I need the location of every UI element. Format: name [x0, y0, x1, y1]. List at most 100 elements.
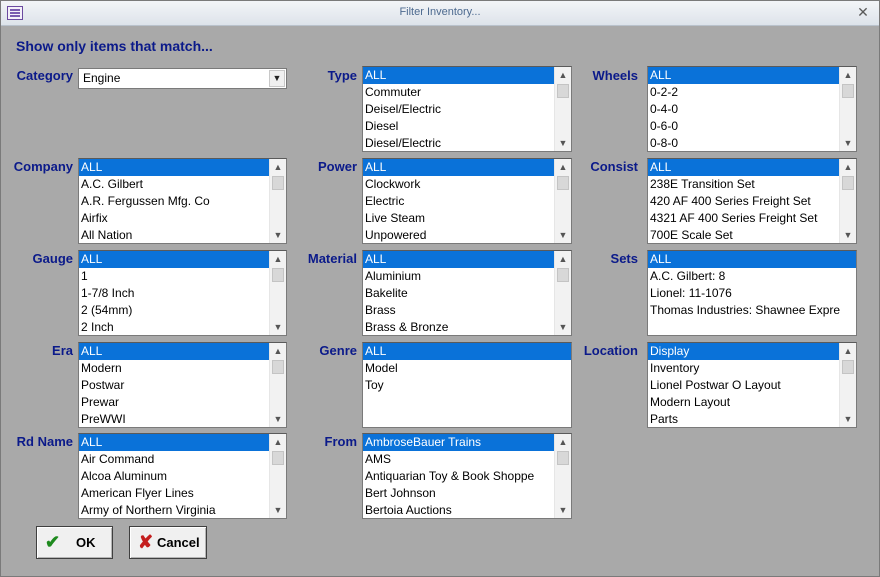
- chevron-up-icon[interactable]: ▲: [555, 67, 571, 83]
- scrollbar[interactable]: ▲ ▼: [269, 251, 286, 335]
- scrollbar[interactable]: ▲ ▼: [554, 434, 571, 518]
- scrollbar[interactable]: ▲ ▼: [554, 251, 571, 335]
- list-item[interactable]: ALL: [79, 251, 269, 268]
- scrollbar-thumb[interactable]: [842, 360, 854, 374]
- list-item[interactable]: ALL: [79, 434, 269, 451]
- list-item[interactable]: Bakelite: [363, 285, 554, 302]
- list-item[interactable]: Airfix: [79, 210, 269, 227]
- list-item[interactable]: ALL: [648, 67, 839, 84]
- list-item[interactable]: PreWWI: [79, 411, 269, 427]
- era-listbox[interactable]: ALL Modern Postwar Prewar PreWWI ▲ ▼: [78, 342, 287, 428]
- location-listbox[interactable]: Display Inventory Lionel Postwar O Layout M…: [647, 342, 857, 428]
- chevron-down-icon[interactable]: ▼: [555, 135, 571, 151]
- list-item[interactable]: 0-6-0: [648, 118, 839, 135]
- list-item[interactable]: Antiquarian Toy & Book Shoppe: [363, 468, 554, 485]
- list-item[interactable]: A.C. Gilbert: [79, 176, 269, 193]
- cancel-button[interactable]: ✘ Cancel: [129, 526, 207, 559]
- list-item[interactable]: Commuter: [363, 84, 554, 101]
- list-item[interactable]: Deisel/Electric: [363, 101, 554, 118]
- chevron-down-icon[interactable]: ▼: [840, 411, 856, 427]
- scrollbar-thumb[interactable]: [842, 84, 854, 98]
- chevron-up-icon[interactable]: ▲: [840, 159, 856, 175]
- list-item[interactable]: Inventory: [648, 360, 839, 377]
- list-item[interactable]: Prewar: [79, 394, 269, 411]
- list-item[interactable]: Display: [648, 343, 839, 360]
- type-listbox[interactable]: ALL Commuter Deisel/Electric Diesel Diesel/E…: [362, 66, 572, 152]
- from-listbox[interactable]: AmbroseBauer Trains AMS Antiquarian Toy & …: [362, 433, 572, 519]
- scrollbar-thumb[interactable]: [272, 451, 284, 465]
- list-item[interactable]: Bertoia Auctions: [363, 502, 554, 518]
- list-item[interactable]: Lionel: 11-1076: [648, 285, 856, 302]
- chevron-down-icon[interactable]: ▼: [840, 227, 856, 243]
- power-listbox[interactable]: ALL Clockwork Electric Live Steam Unpowered ▲…: [362, 158, 572, 244]
- scrollbar[interactable]: ▲ ▼: [554, 159, 571, 243]
- list-item[interactable]: ALL: [648, 251, 856, 268]
- list-item[interactable]: AmbroseBauer Trains: [363, 434, 554, 451]
- list-item[interactable]: A.R. Fergussen Mfg. Co: [79, 193, 269, 210]
- chevron-up-icon[interactable]: ▲: [270, 434, 286, 450]
- chevron-down-icon[interactable]: ▼: [269, 70, 285, 87]
- list-item[interactable]: ALL: [363, 159, 554, 176]
- list-item[interactable]: Model: [363, 360, 571, 377]
- chevron-up-icon[interactable]: ▲: [555, 251, 571, 267]
- scrollbar[interactable]: ▲ ▼: [839, 67, 856, 151]
- list-item[interactable]: 238E Transition Set: [648, 176, 839, 193]
- list-item[interactable]: 0-8-0: [648, 135, 839, 151]
- chevron-down-icon[interactable]: ▼: [555, 227, 571, 243]
- chevron-up-icon[interactable]: ▲: [555, 434, 571, 450]
- chevron-down-icon[interactable]: ▼: [840, 135, 856, 151]
- list-item[interactable]: ALL: [363, 343, 571, 360]
- scrollbar-thumb[interactable]: [842, 176, 854, 190]
- list-item[interactable]: Modern Layout: [648, 394, 839, 411]
- company-listbox[interactable]: ALL A.C. Gilbert A.R. Fergussen Mfg. Co Air…: [78, 158, 287, 244]
- list-item[interactable]: AMS: [363, 451, 554, 468]
- material-listbox[interactable]: ALL Aluminium Bakelite Brass Brass & Bronze ▲…: [362, 250, 572, 336]
- list-item[interactable]: Diesel: [363, 118, 554, 135]
- rdname-listbox[interactable]: ALL Air Command Alcoa Aluminum American Fly…: [78, 433, 287, 519]
- list-item[interactable]: Lionel Postwar O Layout: [648, 377, 839, 394]
- list-item[interactable]: 700E Scale Set: [648, 227, 839, 243]
- list-item[interactable]: 0-4-0: [648, 101, 839, 118]
- scrollbar[interactable]: ▲ ▼: [839, 343, 856, 427]
- consist-listbox[interactable]: ALL 238E Transition Set 420 AF 400 Series …: [647, 158, 857, 244]
- scrollbar-thumb[interactable]: [557, 84, 569, 98]
- list-item[interactable]: Electric: [363, 193, 554, 210]
- chevron-down-icon[interactable]: ▼: [555, 502, 571, 518]
- ok-button[interactable]: ✔ OK: [36, 526, 113, 559]
- close-icon[interactable]: ✕: [855, 4, 871, 20]
- list-item[interactable]: ALL: [79, 159, 269, 176]
- scrollbar-thumb[interactable]: [557, 451, 569, 465]
- list-item[interactable]: 2 (54mm): [79, 302, 269, 319]
- list-item[interactable]: American Flyer Lines: [79, 485, 269, 502]
- scrollbar-thumb[interactable]: [272, 176, 284, 190]
- list-item[interactable]: Thomas Industries: Shawnee Expre: [648, 302, 856, 319]
- list-item[interactable]: Brass: [363, 302, 554, 319]
- genre-listbox[interactable]: ALL Model Toy: [362, 342, 572, 428]
- list-item[interactable]: 0-2-2: [648, 84, 839, 101]
- list-item[interactable]: 2 Inch: [79, 319, 269, 335]
- chevron-down-icon[interactable]: ▼: [270, 411, 286, 427]
- chevron-up-icon[interactable]: ▲: [555, 159, 571, 175]
- wheels-listbox[interactable]: ALL 0-2-2 0-4-0 0-6-0 0-8-0 ▲ ▼: [647, 66, 857, 152]
- list-item[interactable]: A.C. Gilbert: 8: [648, 268, 856, 285]
- sets-listbox[interactable]: ALL A.C. Gilbert: 8 Lionel: 11-1076 Thomas …: [647, 250, 857, 336]
- list-item[interactable]: Postwar: [79, 377, 269, 394]
- list-item[interactable]: Clockwork: [363, 176, 554, 193]
- list-item[interactable]: Aluminium: [363, 268, 554, 285]
- chevron-down-icon[interactable]: ▼: [270, 502, 286, 518]
- scrollbar[interactable]: ▲ ▼: [269, 343, 286, 427]
- chevron-up-icon[interactable]: ▲: [840, 343, 856, 359]
- scrollbar-thumb[interactable]: [272, 268, 284, 282]
- scrollbar[interactable]: ▲ ▼: [269, 159, 286, 243]
- list-item[interactable]: ALL: [79, 343, 269, 360]
- list-item[interactable]: All Nation: [79, 227, 269, 243]
- scrollbar[interactable]: ▲ ▼: [269, 434, 286, 518]
- list-item[interactable]: ALL: [363, 251, 554, 268]
- list-item[interactable]: Toy: [363, 377, 571, 394]
- list-item[interactable]: 1: [79, 268, 269, 285]
- list-item[interactable]: ALL: [648, 159, 839, 176]
- list-item[interactable]: Unpowered: [363, 227, 554, 243]
- chevron-down-icon[interactable]: ▼: [270, 227, 286, 243]
- list-item[interactable]: Diesel/Electric: [363, 135, 554, 151]
- list-item[interactable]: Brass & Bronze: [363, 319, 554, 335]
